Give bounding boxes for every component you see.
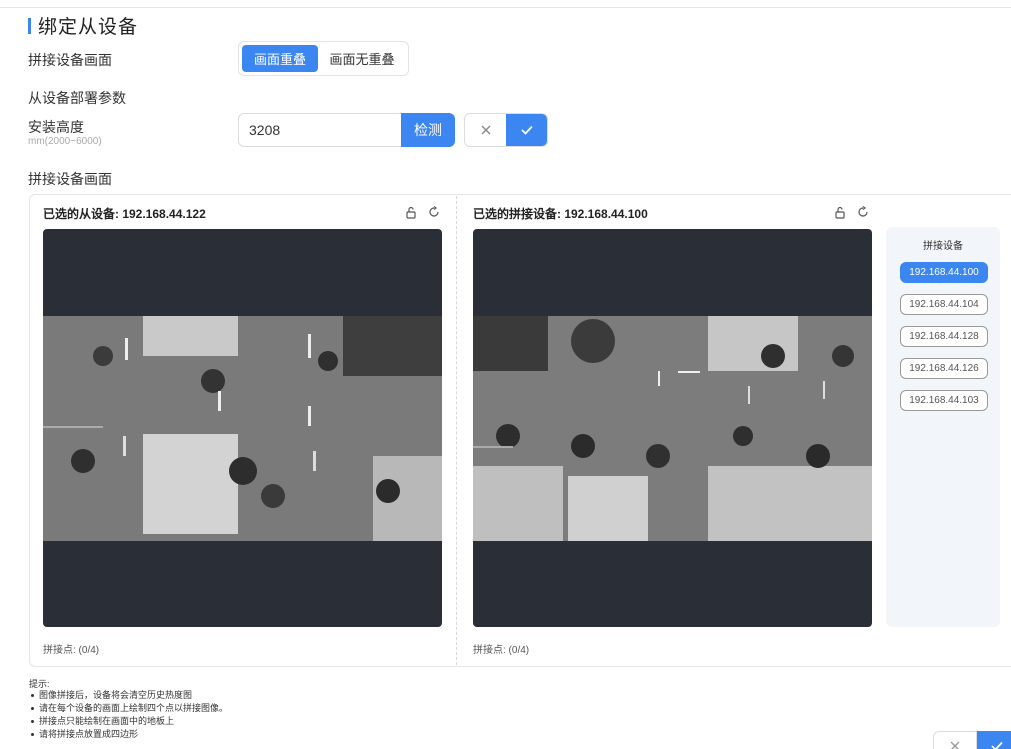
height-confirm-button[interactable] [506, 114, 547, 146]
dialog-confirm-button[interactable] [977, 731, 1011, 749]
title-accent-bar [28, 17, 31, 34]
height-action-group [464, 113, 548, 147]
install-height-label: 安装高度 [28, 119, 84, 135]
close-icon [481, 125, 490, 135]
top-divider [0, 7, 1011, 8]
no-overlap-option-button[interactable]: 画面无重叠 [322, 45, 402, 72]
stitch-mode-label: 拼接设备画面 [28, 52, 112, 68]
slave-points-count: 拼接点: (0/4) [43, 645, 100, 656]
check-icon [991, 741, 1003, 749]
refresh-icon[interactable] [856, 205, 870, 219]
tip-item: 图像拼接后，设备将会清空历史热度图 [29, 689, 228, 702]
slave-camera-view[interactable] [43, 229, 442, 627]
tip-item: 拼接点只能绘制在画面中的地板上 [29, 715, 228, 728]
tip-item: 请在每个设备的画面上绘制四个点以拼接图像。 [29, 702, 228, 715]
stitch-device-list: 拼接设备 192.168.44.100 192.168.44.104 192.1… [886, 227, 1000, 627]
panel-divider [456, 196, 457, 665]
device-item[interactable]: 192.168.44.103 [900, 390, 988, 411]
page-title-text: 绑定从设备 [38, 17, 139, 38]
stitch-preview-label: 拼接设备画面 [28, 171, 112, 187]
height-cancel-button[interactable] [465, 114, 506, 146]
device-item[interactable]: 192.168.44.128 [900, 326, 988, 347]
refresh-icon[interactable] [427, 205, 441, 219]
device-item[interactable]: 192.168.44.126 [900, 358, 988, 379]
stitch-mode-toggle: 画面重叠 画面无重叠 [238, 41, 409, 76]
tips-list: 图像拼接后，设备将会清空历史热度图 请在每个设备的画面上绘制四个点以拼接图像。 … [29, 689, 228, 741]
check-icon [520, 125, 533, 135]
deploy-params-label: 从设备部署参数 [28, 90, 126, 106]
overlap-option-button[interactable]: 画面重叠 [242, 45, 318, 72]
stitch-device-title: 已选的拼接设备: 192.168.44.100 [473, 207, 648, 221]
slave-device-title: 已选的从设备: 192.168.44.122 [43, 207, 206, 221]
tip-item: 请将拼接点放置成四边形 [29, 728, 228, 741]
dialog-cancel-button[interactable] [933, 731, 977, 749]
install-height-input[interactable] [238, 113, 401, 147]
page-title: 绑定从设备 [28, 12, 138, 39]
stitch-points-count: 拼接点: (0/4) [473, 645, 530, 656]
device-item[interactable]: 192.168.44.100 [900, 262, 988, 283]
stitch-camera-image [473, 316, 872, 541]
unlock-icon[interactable] [404, 205, 418, 219]
unlock-icon[interactable] [833, 205, 847, 219]
stitch-camera-view[interactable] [473, 229, 872, 627]
device-list-title: 拼接设备 [923, 241, 963, 252]
close-icon [950, 741, 960, 749]
install-height-range: mm(2000~6000) [28, 136, 102, 147]
slave-camera-image [43, 316, 442, 541]
device-item[interactable]: 192.168.44.104 [900, 294, 988, 315]
detect-button[interactable]: 检测 [401, 113, 455, 147]
